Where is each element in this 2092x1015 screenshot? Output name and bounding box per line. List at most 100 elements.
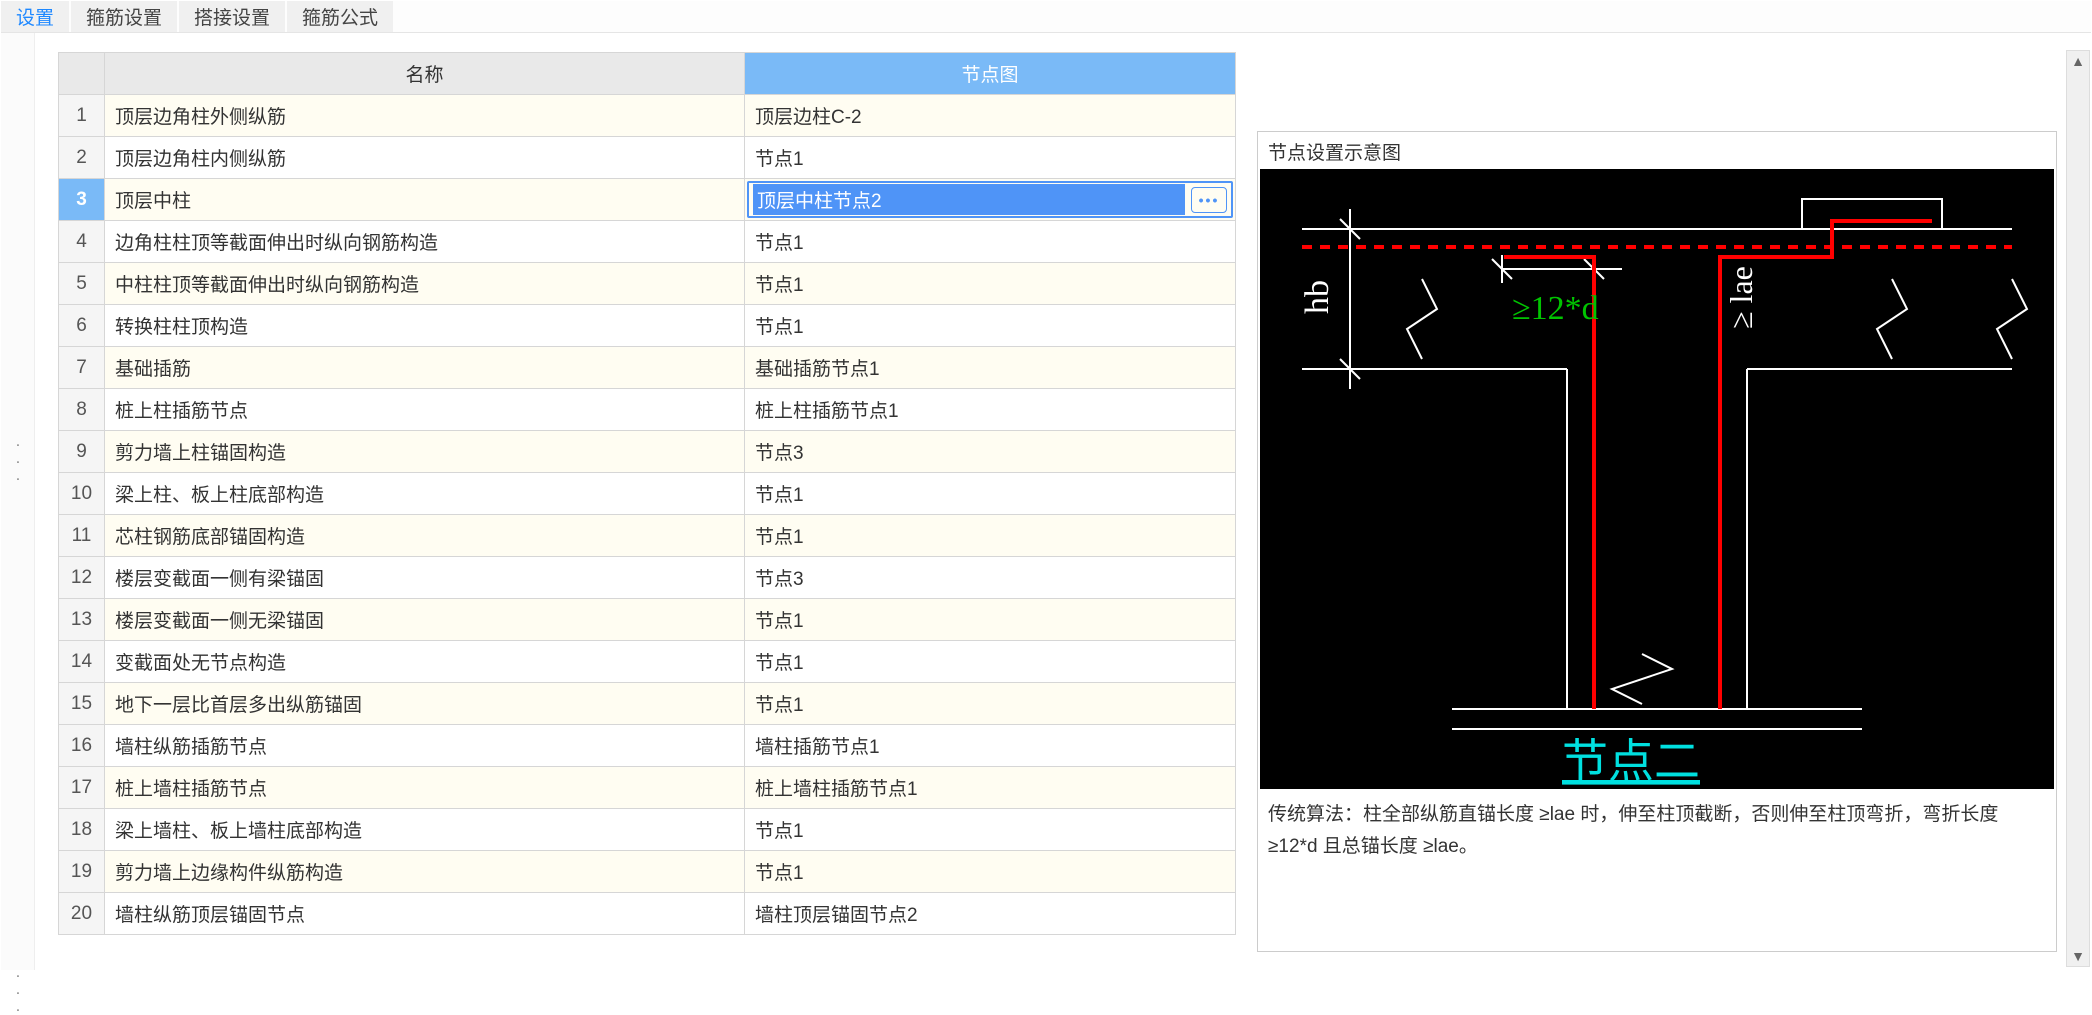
cell-node[interactable]: 节点1 bbox=[745, 641, 1236, 683]
row-index[interactable]: 18 bbox=[59, 809, 105, 851]
cell-node[interactable]: 基础插筋节点1 bbox=[745, 347, 1236, 389]
cell-node[interactable]: 节点1 bbox=[745, 137, 1236, 179]
cell-name[interactable]: 梁上墙柱、板上墙柱底部构造 bbox=[105, 809, 745, 851]
scroll-up-icon[interactable]: ▲ bbox=[2069, 51, 2087, 71]
cell-node[interactable]: 墙柱插筋节点1 bbox=[745, 725, 1236, 767]
cell-name[interactable]: 顶层中柱 bbox=[105, 179, 745, 221]
table-row[interactable]: 9剪力墙上柱锚固构造节点3 bbox=[59, 431, 1236, 473]
row-index[interactable]: 7 bbox=[59, 347, 105, 389]
row-index[interactable]: 11 bbox=[59, 515, 105, 557]
cell-editor[interactable]: 顶层中柱节点2••• bbox=[747, 181, 1233, 218]
label-hb: hb bbox=[1299, 280, 1336, 314]
vertical-scrollbar[interactable]: ▲ ▼ bbox=[2066, 50, 2090, 967]
table-row[interactable]: 7基础插筋基础插筋节点1 bbox=[59, 347, 1236, 389]
table-row[interactable]: 12楼层变截面一侧有梁锚固节点3 bbox=[59, 557, 1236, 599]
row-index[interactable]: 1 bbox=[59, 95, 105, 137]
diagram-svg: hb ≥12*d ≥ lae 节点二 bbox=[1260, 169, 2054, 789]
cell-node[interactable]: 桩上墙柱插筋节点1 bbox=[745, 767, 1236, 809]
cell-name[interactable]: 转换柱柱顶构造 bbox=[105, 305, 745, 347]
diagram-canvas: hb ≥12*d ≥ lae 节点二 bbox=[1260, 169, 2054, 789]
cell-node[interactable]: 节点1 bbox=[745, 851, 1236, 893]
table-row[interactable]: 3顶层中柱顶层中柱节点2••• bbox=[59, 179, 1236, 221]
cell-name[interactable]: 墙柱纵筋顶层锚固节点 bbox=[105, 893, 745, 935]
tab-stirrup-formula[interactable]: 箍筋公式 bbox=[287, 1, 393, 32]
cell-name[interactable]: 桩上墙柱插筋节点 bbox=[105, 767, 745, 809]
cell-name[interactable]: 楼层变截面一侧有梁锚固 bbox=[105, 557, 745, 599]
diagram-panel: 节点设置示意图 bbox=[1257, 131, 2057, 952]
cell-name[interactable]: 剪力墙上柱锚固构造 bbox=[105, 431, 745, 473]
cell-name[interactable]: 边角柱柱顶等截面伸出时纵向钢筋构造 bbox=[105, 221, 745, 263]
table-row[interactable]: 8桩上柱插筋节点桩上柱插筋节点1 bbox=[59, 389, 1236, 431]
table-body: 1顶层边角柱外侧纵筋顶层边柱C-22顶层边角柱内侧纵筋节点13顶层中柱顶层中柱节… bbox=[59, 95, 1236, 935]
cell-name[interactable]: 墙柱纵筋插筋节点 bbox=[105, 725, 745, 767]
cell-node[interactable]: 节点1 bbox=[745, 305, 1236, 347]
table-row[interactable]: 17桩上墙柱插筋节点桩上墙柱插筋节点1 bbox=[59, 767, 1236, 809]
cell-node[interactable]: 墙柱顶层锚固节点2 bbox=[745, 893, 1236, 935]
row-index[interactable]: 4 bbox=[59, 221, 105, 263]
table-row[interactable]: 2顶层边角柱内侧纵筋节点1 bbox=[59, 137, 1236, 179]
cell-name[interactable]: 顶层边角柱内侧纵筋 bbox=[105, 137, 745, 179]
table-row[interactable]: 1顶层边角柱外侧纵筋顶层边柱C-2 bbox=[59, 95, 1236, 137]
cell-node[interactable]: 节点1 bbox=[745, 263, 1236, 305]
cell-node[interactable]: 节点1 bbox=[745, 473, 1236, 515]
row-index[interactable]: 10 bbox=[59, 473, 105, 515]
cell-node[interactable]: 节点1 bbox=[745, 683, 1236, 725]
row-index[interactable]: 5 bbox=[59, 263, 105, 305]
tab-settings-partial[interactable]: 设置 bbox=[1, 1, 69, 32]
cell-name[interactable]: 基础插筋 bbox=[105, 347, 745, 389]
scroll-down-icon[interactable]: ▼ bbox=[2069, 946, 2087, 966]
row-index[interactable]: 13 bbox=[59, 599, 105, 641]
tab-lap-settings[interactable]: 搭接设置 bbox=[179, 1, 285, 32]
cell-node[interactable]: 节点1 bbox=[745, 515, 1236, 557]
table-row[interactable]: 11芯柱钢筋底部锚固构造节点1 bbox=[59, 515, 1236, 557]
table-row[interactable]: 14变截面处无节点构造节点1 bbox=[59, 641, 1236, 683]
cell-node[interactable]: 节点1 bbox=[745, 809, 1236, 851]
cell-node[interactable]: 节点1 bbox=[745, 221, 1236, 263]
cell-node[interactable]: 顶层边柱C-2 bbox=[745, 95, 1236, 137]
col-header-node[interactable]: 节点图 bbox=[745, 53, 1236, 95]
cell-name[interactable]: 桩上柱插筋节点 bbox=[105, 389, 745, 431]
cell-name[interactable]: 楼层变截面一侧无梁锚固 bbox=[105, 599, 745, 641]
row-index[interactable]: 16 bbox=[59, 725, 105, 767]
row-index[interactable]: 3 bbox=[59, 179, 105, 221]
cell-name[interactable]: 剪力墙上边缘构件纵筋构造 bbox=[105, 851, 745, 893]
cell-node[interactable]: 节点1 bbox=[745, 599, 1236, 641]
more-icon[interactable]: ••• bbox=[1191, 187, 1227, 213]
row-index[interactable]: 14 bbox=[59, 641, 105, 683]
cell-name[interactable]: 顶层边角柱外侧纵筋 bbox=[105, 95, 745, 137]
cell-node[interactable]: 顶层中柱节点2••• bbox=[745, 179, 1236, 221]
row-index[interactable]: 17 bbox=[59, 767, 105, 809]
table-row[interactable]: 18梁上墙柱、板上墙柱底部构造节点1 bbox=[59, 809, 1236, 851]
table-row[interactable]: 10梁上柱、板上柱底部构造节点1 bbox=[59, 473, 1236, 515]
cell-node[interactable]: 节点3 bbox=[745, 557, 1236, 599]
table-row[interactable]: 13楼层变截面一侧无梁锚固节点1 bbox=[59, 599, 1236, 641]
cell-name[interactable]: 芯柱钢筋底部锚固构造 bbox=[105, 515, 745, 557]
row-index[interactable]: 8 bbox=[59, 389, 105, 431]
col-header-index[interactable] bbox=[59, 53, 105, 95]
table-row[interactable]: 4边角柱柱顶等截面伸出时纵向钢筋构造节点1 bbox=[59, 221, 1236, 263]
main-area: 名称 节点图 1顶层边角柱外侧纵筋顶层边柱C-22顶层边角柱内侧纵筋节点13顶层… bbox=[35, 33, 2091, 970]
cell-node[interactable]: 节点3 bbox=[745, 431, 1236, 473]
row-index[interactable]: 2 bbox=[59, 137, 105, 179]
table-row[interactable]: 20墙柱纵筋顶层锚固节点墙柱顶层锚固节点2 bbox=[59, 893, 1236, 935]
row-index[interactable]: 20 bbox=[59, 893, 105, 935]
table-row[interactable]: 15地下一层比首层多出纵筋锚固节点1 bbox=[59, 683, 1236, 725]
table-row[interactable]: 6转换柱柱顶构造节点1 bbox=[59, 305, 1236, 347]
row-index[interactable]: 6 bbox=[59, 305, 105, 347]
table-row[interactable]: 16墙柱纵筋插筋节点墙柱插筋节点1 bbox=[59, 725, 1236, 767]
cell-editor-text[interactable]: 顶层中柱节点2 bbox=[753, 184, 1185, 215]
row-index[interactable]: 12 bbox=[59, 557, 105, 599]
row-index[interactable]: 9 bbox=[59, 431, 105, 473]
left-gutter: ... ... bbox=[1, 33, 35, 970]
row-index[interactable]: 19 bbox=[59, 851, 105, 893]
cell-name[interactable]: 变截面处无节点构造 bbox=[105, 641, 745, 683]
cell-name[interactable]: 地下一层比首层多出纵筋锚固 bbox=[105, 683, 745, 725]
row-index[interactable]: 15 bbox=[59, 683, 105, 725]
col-header-name[interactable]: 名称 bbox=[105, 53, 745, 95]
table-row[interactable]: 5中柱柱顶等截面伸出时纵向钢筋构造节点1 bbox=[59, 263, 1236, 305]
cell-node[interactable]: 桩上柱插筋节点1 bbox=[745, 389, 1236, 431]
cell-name[interactable]: 中柱柱顶等截面伸出时纵向钢筋构造 bbox=[105, 263, 745, 305]
cell-name[interactable]: 梁上柱、板上柱底部构造 bbox=[105, 473, 745, 515]
table-row[interactable]: 19剪力墙上边缘构件纵筋构造节点1 bbox=[59, 851, 1236, 893]
tab-stirrup-settings[interactable]: 箍筋设置 bbox=[71, 1, 177, 32]
